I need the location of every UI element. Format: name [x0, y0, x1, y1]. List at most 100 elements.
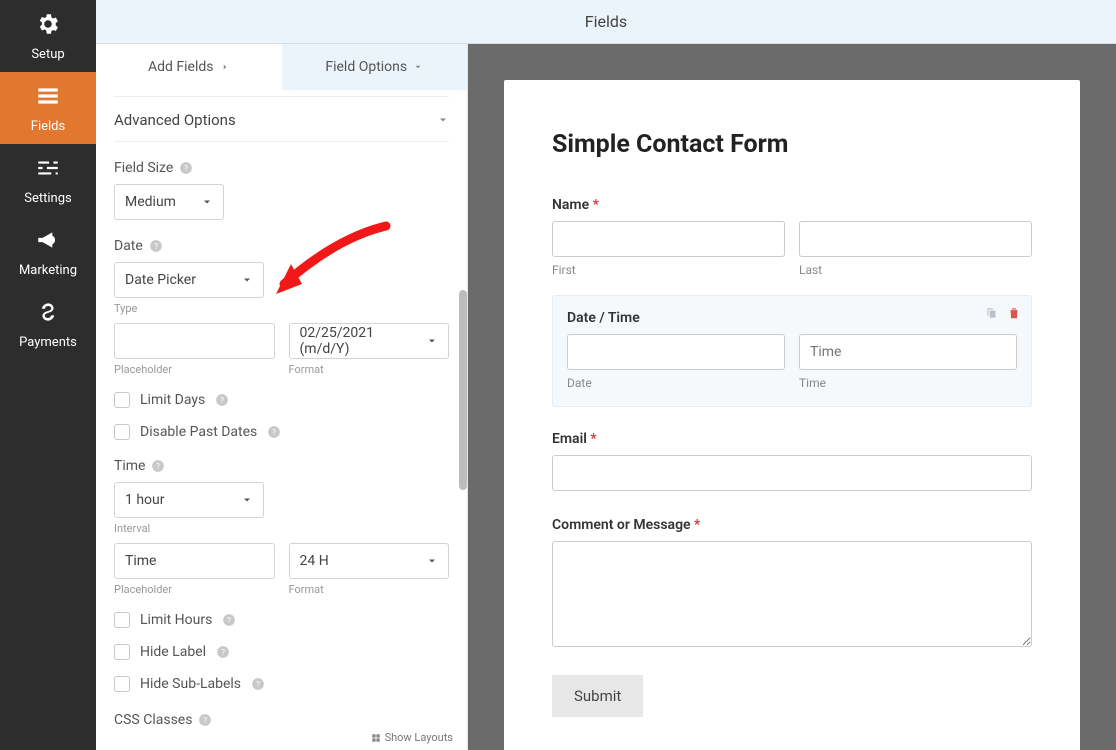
- input-first-name[interactable]: [552, 221, 785, 257]
- tab-label: Field Options: [325, 59, 407, 75]
- opt-text: Date: [114, 238, 143, 254]
- checkbox[interactable]: [114, 644, 130, 660]
- svg-text:?: ?: [154, 241, 158, 251]
- label-css-classes: CSS Classes ?: [114, 712, 449, 728]
- svg-text:?: ?: [272, 427, 276, 437]
- chk-label: Disable Past Dates: [140, 424, 257, 440]
- input-time-placeholder[interactable]: [114, 543, 275, 579]
- label-date: Date ?: [114, 238, 449, 254]
- left-nav: Setup Fields Settings Marketing Payments: [0, 0, 96, 750]
- check-limit-days[interactable]: Limit Days ?: [114, 392, 449, 408]
- check-limit-hours[interactable]: Limit Hours ?: [114, 612, 449, 628]
- opt-text: Time: [114, 458, 145, 474]
- time-placeholder-field[interactable]: [125, 553, 264, 569]
- help-icon[interactable]: ?: [198, 713, 212, 727]
- dollar-icon: [35, 299, 61, 329]
- required-mark: *: [587, 431, 597, 447]
- select-time-format[interactable]: 24 H: [289, 543, 450, 579]
- help-icon[interactable]: ?: [215, 393, 229, 407]
- check-hide-sublabels[interactable]: Hide Sub-Labels ?: [114, 676, 449, 692]
- section-advanced-options[interactable]: Advanced Options: [114, 96, 449, 142]
- help-icon[interactable]: ?: [179, 161, 193, 175]
- nav-payments[interactable]: Payments: [0, 288, 96, 360]
- sublabel-date: Date: [567, 376, 785, 390]
- sublabel-placeholder: Placeholder: [114, 363, 275, 376]
- sublabel-interval: Interval: [114, 522, 449, 535]
- options-panel: Add Fields Field Options Advanced Option…: [96, 44, 468, 750]
- help-icon[interactable]: ?: [216, 645, 230, 659]
- list-icon: [35, 83, 61, 113]
- check-hide-label[interactable]: Hide Label ?: [114, 644, 449, 660]
- sublabel-last: Last: [799, 263, 1032, 277]
- form-preview: Simple Contact Form Name * First Last Da…: [504, 80, 1080, 750]
- chk-label: Hide Sub-Labels: [140, 676, 241, 692]
- label-name: Name *: [552, 197, 1032, 213]
- help-icon[interactable]: ?: [149, 239, 163, 253]
- checkbox[interactable]: [114, 612, 130, 628]
- show-layouts-link[interactable]: Show Layouts: [371, 731, 453, 744]
- duplicate-icon[interactable]: [985, 306, 999, 320]
- trash-icon[interactable]: [1007, 306, 1021, 320]
- checkbox[interactable]: [114, 424, 130, 440]
- sublabel-type: Type: [114, 302, 449, 315]
- svg-text:?: ?: [157, 461, 161, 471]
- show-layouts-label: Show Layouts: [385, 731, 453, 744]
- select-field-size[interactable]: Medium: [114, 184, 224, 220]
- nav-setup[interactable]: Setup: [0, 0, 96, 72]
- top-bar: Fields: [96, 0, 1116, 44]
- input-date-placeholder[interactable]: [114, 323, 275, 359]
- check-disable-past[interactable]: Disable Past Dates ?: [114, 424, 449, 440]
- form-title: Simple Contact Form: [552, 130, 1032, 159]
- checkbox[interactable]: [114, 676, 130, 692]
- preview-area: Simple Contact Form Name * First Last Da…: [468, 44, 1116, 750]
- label-comment: Comment or Message *: [552, 517, 1032, 533]
- section-label: Advanced Options: [114, 111, 236, 129]
- help-icon[interactable]: ?: [222, 613, 236, 627]
- required-mark: *: [589, 197, 599, 213]
- opt-text: CSS Classes: [114, 712, 192, 728]
- grid-icon: [371, 733, 381, 743]
- label-email: Email *: [552, 431, 1032, 447]
- svg-text:?: ?: [220, 395, 224, 405]
- chk-label: Limit Days: [140, 392, 205, 408]
- tab-field-options[interactable]: Field Options: [282, 44, 468, 90]
- datetime-field-block[interactable]: Date / Time Date Time: [552, 295, 1032, 407]
- chevron-down-icon: [241, 274, 253, 286]
- select-time-interval[interactable]: 1 hour: [114, 482, 264, 518]
- input-last-name[interactable]: [799, 221, 1032, 257]
- date-placeholder-field[interactable]: [125, 333, 264, 349]
- input-comment[interactable]: [552, 541, 1032, 647]
- input-time[interactable]: [799, 334, 1017, 370]
- nav-settings[interactable]: Settings: [0, 144, 96, 216]
- chevron-down-icon: [437, 114, 449, 126]
- sublabel-time: Time: [799, 376, 1017, 390]
- label-field-size: Field Size ?: [114, 160, 449, 176]
- chk-label: Limit Hours: [140, 612, 212, 628]
- svg-text:?: ?: [221, 647, 225, 657]
- input-email[interactable]: [552, 455, 1032, 491]
- nav-marketing[interactable]: Marketing: [0, 216, 96, 288]
- sublabel-first: First: [552, 263, 785, 277]
- select-date-format[interactable]: 02/25/2021 (m/d/Y): [289, 323, 450, 359]
- help-icon[interactable]: ?: [251, 677, 265, 691]
- tab-add-fields[interactable]: Add Fields: [96, 44, 282, 90]
- sliders-icon: [35, 155, 61, 185]
- sublabel-placeholder: Placeholder: [114, 583, 275, 596]
- label-text: Email: [552, 431, 587, 447]
- nav-label: Payments: [19, 335, 77, 350]
- scrollbar[interactable]: [459, 290, 467, 490]
- select-date-type[interactable]: Date Picker: [114, 262, 264, 298]
- help-icon[interactable]: ?: [267, 425, 281, 439]
- nav-fields[interactable]: Fields: [0, 72, 96, 144]
- required-mark: *: [691, 517, 701, 533]
- checkbox[interactable]: [114, 392, 130, 408]
- label-time: Time ?: [114, 458, 449, 474]
- chevron-right-icon: [220, 62, 230, 72]
- help-icon[interactable]: ?: [151, 459, 165, 473]
- submit-button[interactable]: Submit: [552, 675, 643, 717]
- chevron-down-icon: [413, 62, 423, 72]
- input-date[interactable]: [567, 334, 785, 370]
- bullhorn-icon: [35, 227, 61, 257]
- svg-text:?: ?: [184, 163, 188, 173]
- select-value: 02/25/2021 (m/d/Y): [300, 325, 427, 357]
